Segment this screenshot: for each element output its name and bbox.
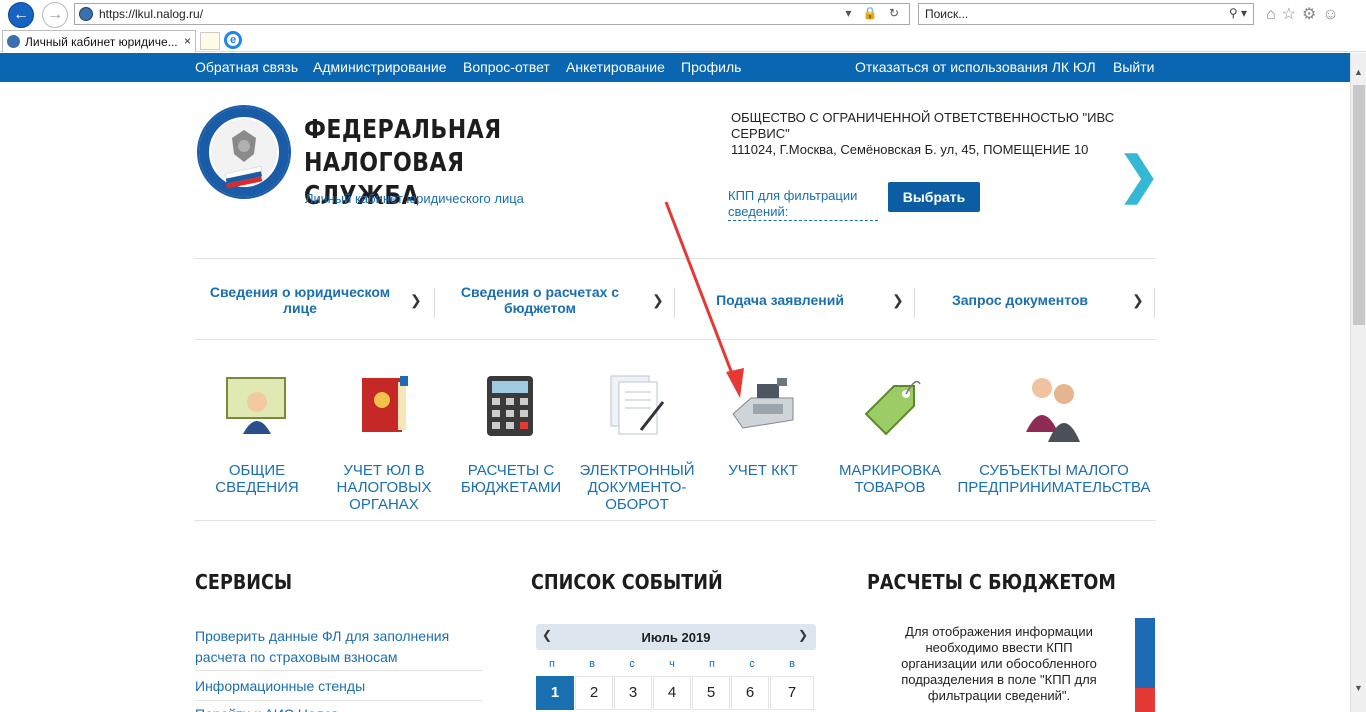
scroll-down-icon[interactable]: ▼ bbox=[1354, 683, 1363, 693]
menu-legal-entity-info[interactable]: Сведения о юридическом лице ❯ bbox=[194, 270, 434, 330]
weekday-label: в bbox=[589, 658, 595, 670]
search-icon[interactable]: ⚲ ▾ bbox=[1229, 6, 1247, 20]
divider bbox=[195, 670, 483, 671]
scroll-up-icon[interactable]: ▲ bbox=[1354, 67, 1363, 77]
back-button[interactable]: ← bbox=[8, 2, 34, 28]
choose-kpp-button[interactable]: Выбрать bbox=[888, 182, 980, 212]
weekday-label: ч bbox=[669, 658, 675, 670]
budget-info-text: Для отображения информации необходимо вв… bbox=[901, 624, 1097, 703]
weekday-label: в bbox=[789, 658, 795, 670]
tile-general-info[interactable]: ОБЩИЕ СВЕДЕНИЯ bbox=[200, 370, 314, 520]
browser-address-row: ← → https://lkul.nalog.ru/ ▾ 🔒 ↻ Поиск..… bbox=[0, 0, 1366, 28]
top-nav-bar: Обратная связь Администрирование Вопрос-… bbox=[0, 53, 1350, 82]
tag-icon bbox=[864, 380, 921, 436]
fns-emblem-icon[interactable] bbox=[196, 104, 292, 200]
red-folder-icon bbox=[362, 376, 408, 432]
tile-caption: ЭЛЕКТРОННЫЙ ДОКУМЕНТО-ОБОРОТ bbox=[579, 462, 695, 513]
annotation-arrow-icon bbox=[664, 201, 744, 398]
flag-stripe-icon bbox=[1135, 618, 1155, 712]
scroll-thumb[interactable] bbox=[1353, 85, 1365, 325]
calculator-icon bbox=[487, 376, 533, 436]
calendar-day[interactable]: 2 bbox=[575, 676, 613, 710]
ie-logo-icon[interactable]: e bbox=[224, 31, 242, 49]
address-tools-icon[interactable]: ▾ 🔒 ↻ bbox=[845, 6, 903, 20]
weekday-label: с bbox=[749, 658, 755, 670]
calendar-next-icon[interactable]: ❯ bbox=[798, 628, 808, 642]
events-title: СПИСОК СОБЫТИЙ bbox=[531, 570, 723, 594]
tile-tax-registration[interactable]: УЧЕТ ЮЛ В НАЛОГОВЫХ ОРГАНАХ bbox=[326, 370, 442, 520]
tile-caption: МАРКИРОВКА ТОВАРОВ bbox=[838, 462, 942, 496]
nav-administration[interactable]: Администрирование bbox=[313, 59, 447, 75]
chevron-down-icon: ❯ bbox=[1132, 291, 1144, 308]
nav-feedback[interactable]: Обратная связь bbox=[195, 59, 298, 75]
tile-small-business[interactable]: СУБЪЕКТЫ МАЛОГО ПРЕДПРИНИМАТЕЛЬСТВА bbox=[952, 370, 1156, 520]
tab-favicon-icon bbox=[7, 35, 20, 48]
menu-request-documents[interactable]: Запрос документов ❯ bbox=[914, 270, 1154, 330]
new-tab-icon[interactable] bbox=[200, 32, 220, 50]
site-favicon-icon bbox=[79, 7, 93, 21]
budget-title: РАСЧЕТЫ С БЮДЖЕТОМ bbox=[867, 570, 1116, 594]
calendar-month: Июль 2019 bbox=[641, 630, 711, 645]
service-link-check-fl[interactable]: Проверить данные ФЛ для заполнения расче… bbox=[195, 626, 485, 668]
service-link-ais-nalog[interactable]: Перейти к АИС Налог bbox=[195, 704, 485, 712]
calendar-day[interactable]: 7 bbox=[770, 676, 814, 710]
tile-goods-marking[interactable]: МАРКИРОВКА ТОВАРОВ bbox=[834, 370, 946, 520]
tab-close-icon[interactable]: × bbox=[184, 34, 191, 48]
menu-label: Запрос документов bbox=[951, 292, 1089, 308]
menu-label: Сведения о расчетах с бюджетом bbox=[460, 284, 620, 316]
divider bbox=[194, 520, 1156, 521]
menu-label: Сведения о юридическом лице bbox=[209, 284, 391, 316]
organization-name: ОБЩЕСТВО С ОГРАНИЧЕННОЙ ОТВЕТСТВЕННОСТЬЮ… bbox=[731, 110, 1115, 141]
person-board-icon bbox=[226, 377, 286, 434]
nav-faq[interactable]: Вопрос-ответ bbox=[463, 59, 550, 75]
address-bar[interactable]: https://lkul.nalog.ru/ ▾ 🔒 ↻ bbox=[74, 3, 910, 25]
weekday-label: с bbox=[629, 658, 635, 670]
agency-title-line1: ФЕДЕРАЛЬНАЯ bbox=[304, 115, 502, 145]
browser-tab[interactable]: Личный кабинет юридиче... × bbox=[2, 30, 196, 52]
cabinet-subtitle: Личный кабинет юридического лица bbox=[305, 191, 524, 206]
tile-caption: ОБЩИЕ СВЕДЕНИЯ bbox=[215, 462, 299, 496]
organization-address: 111024, Г.Москва, Семёновская Б. ул, 45,… bbox=[731, 142, 1089, 157]
divider bbox=[1154, 288, 1155, 318]
url-text: https://lkul.nalog.ru/ bbox=[99, 7, 204, 21]
calendar-header: ❮ Июль 2019 ❯ bbox=[536, 624, 816, 650]
search-placeholder: Поиск... bbox=[925, 7, 969, 21]
nav-survey[interactable]: Анкетирование bbox=[566, 59, 665, 75]
page-scrollbar[interactable]: ▲ ▼ bbox=[1350, 53, 1366, 712]
nav-profile[interactable]: Профиль bbox=[681, 59, 741, 75]
tile-caption: УЧЕТ ЮЛ В НАЛОГОВЫХ ОРГАНАХ bbox=[336, 462, 432, 513]
organization-info: ОБЩЕСТВО С ОГРАНИЧЕННОЙ ОТВЕТСТВЕННОСТЬЮ… bbox=[731, 110, 1121, 158]
business-people-icon bbox=[1026, 378, 1080, 442]
browser-toolbar-icons[interactable]: ⌂☆⚙☺ bbox=[1266, 4, 1345, 24]
calendar-day[interactable]: 6 bbox=[731, 676, 769, 710]
tile-caption: РАСЧЕТЫ С БЮДЖЕТАМИ bbox=[460, 462, 562, 496]
forward-button[interactable]: → bbox=[42, 2, 68, 28]
nav-logout[interactable]: Выйти bbox=[1113, 59, 1154, 75]
weekday-label: п bbox=[709, 658, 715, 670]
calendar-day[interactable]: 4 bbox=[653, 676, 691, 710]
tab-title: Личный кабинет юридиче... bbox=[25, 34, 178, 49]
nav-refuse-lk[interactable]: Отказаться от использования ЛК ЮЛ bbox=[855, 59, 1096, 75]
menu-budget-settlements[interactable]: Сведения о расчетах с бюджетом ❯ bbox=[434, 270, 674, 330]
tile-caption: СУБЪЕКТЫ МАЛОГО ПРЕДПРИНИМАТЕЛЬСТВА bbox=[957, 462, 1151, 496]
chevron-down-icon: ❯ bbox=[410, 291, 422, 308]
tile-budget-settlements[interactable]: РАСЧЕТЫ С БЮДЖЕТАМИ bbox=[448, 370, 574, 520]
divider bbox=[195, 700, 483, 701]
service-link-info-stands[interactable]: Информационные стенды bbox=[195, 676, 485, 697]
calendar-day[interactable]: 5 bbox=[692, 676, 730, 710]
calendar-day[interactable]: 3 bbox=[614, 676, 652, 710]
weekday-label: п bbox=[549, 658, 555, 670]
next-org-chevron-icon[interactable]: ❯ bbox=[1118, 150, 1160, 200]
search-input[interactable]: Поиск... ⚲ ▾ bbox=[918, 3, 1254, 25]
tab-strip: Личный кабинет юридиче... × e bbox=[0, 28, 1366, 52]
tile-caption: УЧЕТ ККТ bbox=[728, 462, 798, 479]
calendar-day-selected[interactable]: 1 bbox=[536, 676, 574, 710]
chevron-down-icon: ❯ bbox=[892, 291, 904, 308]
services-title: СЕРВИСЫ bbox=[195, 570, 293, 594]
